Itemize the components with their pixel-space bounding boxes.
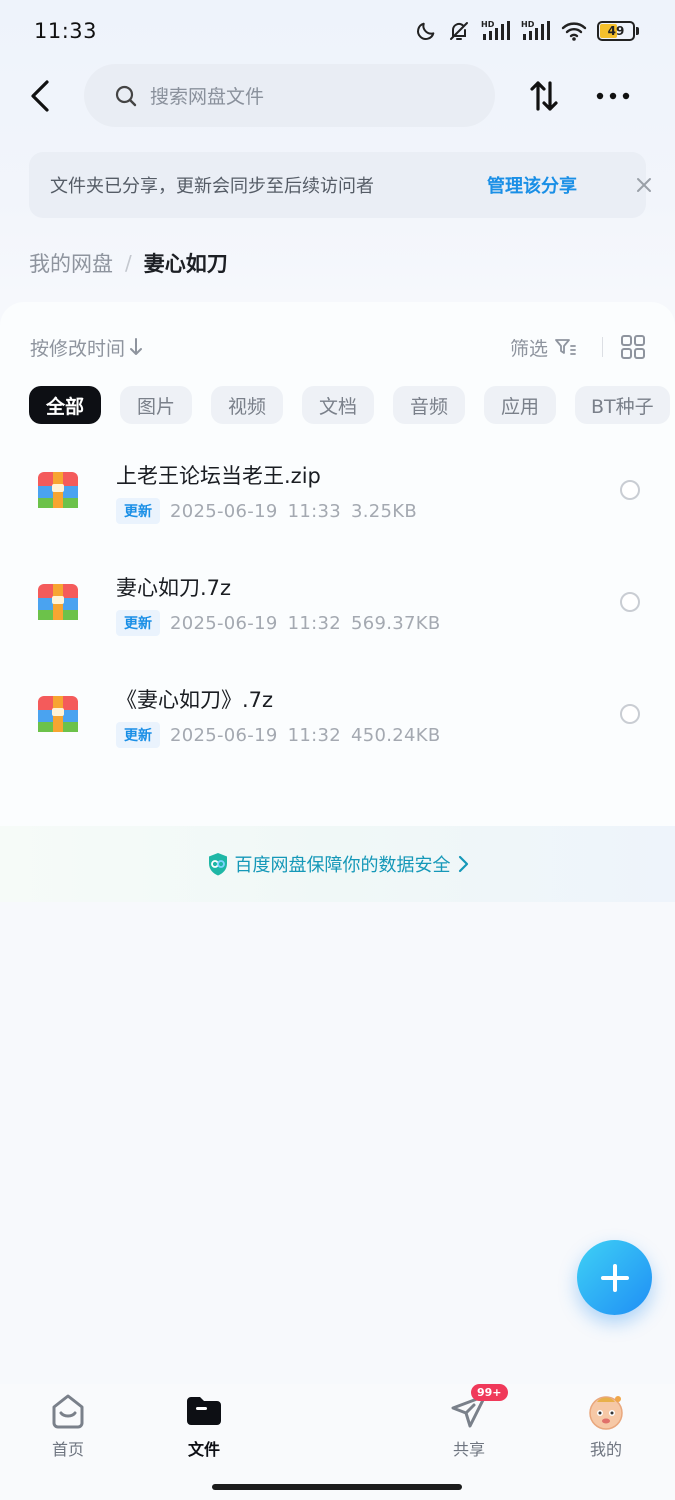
chip-images[interactable]: 图片 [120, 386, 192, 424]
search-icon [115, 85, 137, 106]
plus-icon [600, 1263, 629, 1292]
safety-text: 百度网盘保障你的数据安全 [234, 855, 451, 876]
archive-icon [38, 472, 78, 508]
sort-filter-row: 按修改时间 筛选 [30, 330, 650, 364]
file-date: 2025-06-19 [170, 500, 278, 522]
signal-hd-icon: HD [481, 19, 511, 43]
grid-view-button[interactable] [620, 334, 646, 360]
battery-icon: 49 [597, 21, 639, 41]
header: 搜索网盘文件 [0, 64, 675, 128]
toolbar-divider [602, 337, 603, 357]
file-time: 11:32 [287, 612, 341, 634]
notice-close-button[interactable] [631, 172, 657, 198]
swap-vertical-icon [530, 81, 558, 111]
file-meta: 更新 2025-06-19 11:32 450.24KB [116, 722, 441, 748]
breadcrumb-root[interactable]: 我的网盘 [29, 248, 113, 278]
share-notice: 文件夹已分享，更新会同步至后续访问者 管理该分享 [29, 152, 651, 218]
chevron-right-icon [458, 855, 468, 873]
grid-view-icon [621, 335, 645, 359]
home-icon [52, 1394, 84, 1429]
battery-level: 49 [607, 24, 625, 38]
file-name: 《妻心如刀》.7z [116, 688, 274, 712]
chip-audio[interactable]: 音频 [393, 386, 465, 424]
filter-icon [555, 339, 576, 355]
chip-bt-torrent[interactable]: BT种子 [575, 386, 670, 424]
nav-share[interactable]: 99+ 共享 [429, 1384, 509, 1460]
breadcrumb-current: 妻心如刀 [143, 252, 228, 276]
chevron-left-icon [31, 80, 49, 112]
home-indicator [212, 1484, 462, 1490]
file-time: 11:33 [287, 500, 341, 522]
safety-banner[interactable]: 百度网盘保障你的数据安全 [0, 826, 675, 902]
nav-share-label: 共享 [452, 1440, 485, 1459]
status-icons: HD HD 49 [415, 19, 639, 43]
breadcrumb: 我的网盘 / 妻心如刀 [29, 246, 228, 280]
file-date: 2025-06-19 [170, 724, 278, 746]
notice-text: 文件夹已分享，更新会同步至后续访问者 [50, 176, 374, 197]
select-checkbox[interactable] [620, 704, 640, 724]
filter-chips: 全部 图片 视频 文档 音频 应用 BT种子 [29, 386, 670, 424]
file-size: 3.25KB [350, 500, 418, 522]
share-badge: 99+ [471, 1384, 508, 1401]
manage-share-link[interactable]: 管理该分享 [487, 172, 577, 198]
shield-icon [208, 853, 227, 876]
file-size: 450.24KB [350, 724, 441, 746]
update-badge: 更新 [116, 498, 160, 524]
more-button[interactable] [592, 76, 634, 116]
file-row[interactable]: 《妻心如刀》.7z 更新 2025-06-19 11:32 450.24KB [0, 664, 675, 776]
search-input[interactable]: 搜索网盘文件 [84, 64, 495, 127]
update-badge: 更新 [116, 610, 160, 636]
bottom-nav: 首页 文件 99+ 共享 我的 [0, 1384, 675, 1500]
file-time: 11:32 [287, 724, 341, 746]
file-meta: 更新 2025-06-19 11:32 569.37KB [116, 610, 441, 636]
hd-label: HD [481, 20, 495, 29]
archive-icon [38, 696, 78, 732]
nav-profile-label: 我的 [589, 1440, 622, 1459]
update-badge: 更新 [116, 722, 160, 748]
status-bar: 11:33 HD HD 49 [0, 0, 675, 62]
chip-all[interactable]: 全部 [29, 386, 101, 424]
chip-videos[interactable]: 视频 [211, 386, 283, 424]
sort-label: 按修改时间 [30, 337, 126, 360]
nav-home[interactable]: 首页 [28, 1390, 108, 1460]
bell-muted-icon [447, 19, 471, 43]
wifi-icon [561, 20, 587, 42]
filter-label: 筛选 [510, 337, 549, 360]
file-row[interactable]: 上老王论坛当老王.zip 更新 2025-06-19 11:33 3.25KB [0, 440, 675, 552]
sort-button[interactable]: 按修改时间 [30, 334, 143, 361]
file-date: 2025-06-19 [170, 612, 278, 634]
hd-label: HD [521, 20, 535, 29]
filter-button[interactable]: 筛选 [510, 330, 576, 364]
moon-icon [415, 20, 437, 42]
file-name: 上老王论坛当老王.zip [116, 464, 321, 488]
add-button[interactable] [577, 1240, 652, 1315]
file-list: 上老王论坛当老王.zip 更新 2025-06-19 11:33 3.25KB … [0, 440, 675, 776]
file-row[interactable]: 妻心如刀.7z 更新 2025-06-19 11:32 569.37KB [0, 552, 675, 664]
file-meta: 更新 2025-06-19 11:33 3.25KB [116, 498, 417, 524]
back-button[interactable] [22, 76, 58, 116]
breadcrumb-separator: / [125, 251, 132, 275]
signal-hd-icon: HD [521, 19, 551, 43]
folder-icon [187, 1397, 221, 1425]
file-size: 569.37KB [350, 612, 441, 634]
more-horizontal-icon [596, 92, 630, 100]
close-icon [637, 178, 651, 192]
nav-profile[interactable]: 我的 [566, 1390, 646, 1460]
transfer-button[interactable] [524, 76, 564, 116]
search-placeholder: 搜索网盘文件 [150, 86, 265, 108]
arrow-down-icon [130, 338, 143, 355]
select-checkbox[interactable] [620, 592, 640, 612]
chip-apps[interactable]: 应用 [484, 386, 556, 424]
avatar-icon [589, 1396, 623, 1430]
archive-icon [38, 584, 78, 620]
status-time: 11:33 [34, 19, 98, 43]
chip-documents[interactable]: 文档 [302, 386, 374, 424]
nav-home-label: 首页 [51, 1440, 84, 1459]
nav-files[interactable]: 文件 [164, 1390, 244, 1460]
file-name: 妻心如刀.7z [116, 576, 232, 600]
select-checkbox[interactable] [620, 480, 640, 500]
nav-files-label: 文件 [187, 1440, 220, 1459]
